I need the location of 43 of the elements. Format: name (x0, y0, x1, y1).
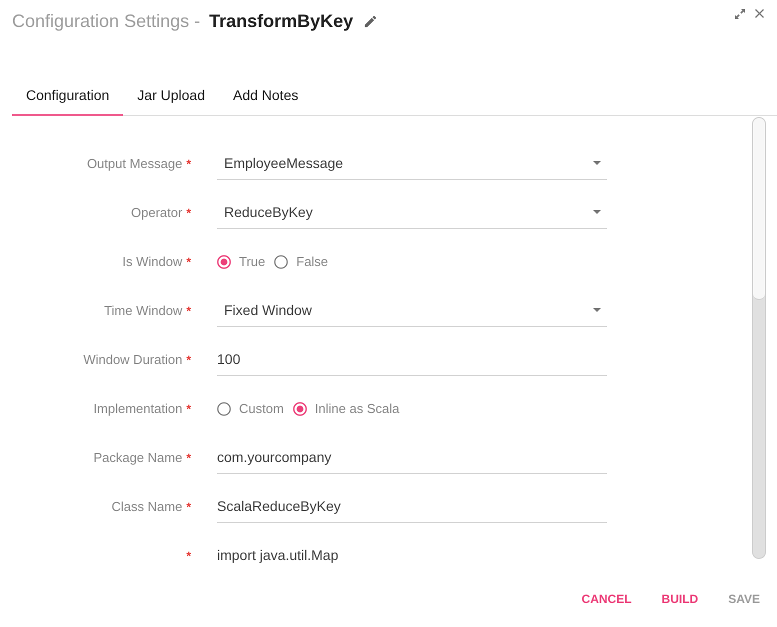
field-label: Time Window (104, 302, 182, 320)
scrollbar-thumb[interactable] (753, 118, 765, 300)
required-asterisk: * (186, 548, 191, 564)
dropdown-caret-icon (593, 161, 601, 165)
action-button[interactable]: BUILD (650, 583, 710, 615)
field-label: Is Window (122, 252, 182, 271)
dropdown-caret-icon (593, 308, 601, 312)
tab[interactable]: Add Notes (218, 77, 312, 116)
code-field[interactable]: import java.util.Map (217, 544, 607, 566)
field-label: Output Message (86, 154, 182, 173)
field-label: Class Name (112, 498, 182, 516)
required-asterisk: * (186, 498, 191, 516)
select-field[interactable]: Fixed Window (217, 294, 607, 326)
field-label: Operator (131, 204, 182, 222)
required-asterisk: * (186, 302, 191, 320)
radio-button-icon[interactable] (217, 254, 231, 268)
radio-button-icon[interactable] (292, 402, 307, 416)
scrollbar-track[interactable] (752, 117, 766, 559)
radio-button-icon[interactable] (217, 402, 231, 416)
action-button[interactable]: CANCEL (570, 583, 643, 615)
required-asterisk: * (186, 352, 191, 368)
expand-icon[interactable] (735, 9, 745, 19)
input-field[interactable]: 100 (217, 344, 607, 376)
required-asterisk: * (186, 400, 191, 418)
dialog-title: Configuration Settings - (12, 10, 200, 33)
input-field[interactable]: ScalaReduceByKey (217, 490, 607, 522)
tab[interactable]: Jar Upload (123, 77, 219, 116)
select-field[interactable]: ReduceByKey (217, 196, 607, 228)
required-asterisk: * (186, 204, 191, 222)
dropdown-caret-icon (593, 210, 601, 214)
input-field[interactable]: com.yourcompany (217, 442, 607, 474)
field-label: Window Duration (83, 350, 182, 369)
select-field[interactable]: EmployeeMessage (217, 148, 607, 180)
close-icon[interactable] (755, 9, 764, 18)
edit-icon[interactable] (363, 14, 378, 29)
tab[interactable]: Configuration (12, 77, 124, 116)
required-asterisk: * (186, 450, 191, 466)
component-name: TransformByKey (209, 10, 354, 33)
required-asterisk: * (186, 156, 191, 172)
field-label: Package Name (93, 448, 182, 467)
required-asterisk: * (186, 254, 191, 270)
radio-button-icon[interactable] (274, 254, 288, 268)
field-label: Implementation (93, 400, 182, 418)
